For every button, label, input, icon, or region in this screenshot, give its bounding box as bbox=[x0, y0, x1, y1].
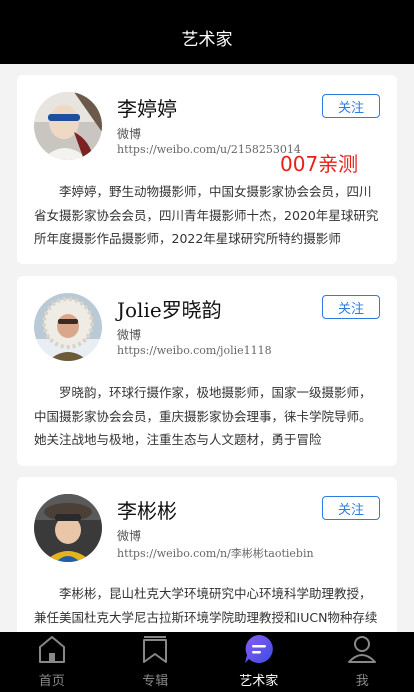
tab-albums[interactable]: 专辑 bbox=[104, 632, 208, 692]
tab-home[interactable]: 首页 bbox=[0, 632, 104, 692]
top-bar: 艺术家 bbox=[0, 0, 414, 64]
artist-name: Jolie罗晓韵 bbox=[117, 298, 222, 322]
user-icon bbox=[345, 632, 379, 666]
bottom-tab-bar: 首页 专辑 艺术家 我 bbox=[0, 632, 414, 692]
platform-label: 微博 bbox=[117, 328, 142, 342]
tab-label: 专辑 bbox=[142, 674, 169, 689]
artist-bio: 李彬彬，昆山杜克大学环境研究中心环境科学助理教授，兼任美国杜克大学尼古拉斯环境学… bbox=[34, 586, 378, 625]
artist-card[interactable]: 李彬彬 关注 微博 https://weibo.com/n/李彬彬taotieb… bbox=[17, 477, 397, 632]
follow-button[interactable]: 关注 bbox=[322, 295, 380, 319]
avatar bbox=[34, 494, 102, 562]
artist-bio: 李婷婷，野生动物摄影师，中国女摄影家协会会员，四川省女摄影家协会会员，四川青年摄… bbox=[34, 184, 379, 246]
tab-label: 我 bbox=[355, 674, 369, 689]
tab-me[interactable]: 我 bbox=[311, 632, 414, 692]
page-title: 艺术家 bbox=[181, 30, 233, 50]
weibo-link[interactable]: https://weibo.com/jolie1118 bbox=[117, 344, 272, 357]
artist-card[interactable]: Jolie罗晓韵 关注 微博 https://weibo.com/jolie11… bbox=[17, 276, 397, 466]
tab-label: 艺术家 bbox=[239, 674, 279, 689]
artist-name: 李婷婷 bbox=[117, 97, 177, 121]
artist-bio: 罗晓韵，环球行摄作家，极地摄影师，国家一级摄影师，中国摄影家协会会员，重庆摄影家… bbox=[34, 385, 372, 447]
artist-chat-icon bbox=[242, 632, 276, 666]
artist-name: 李彬彬 bbox=[117, 499, 177, 523]
avatar bbox=[34, 92, 102, 160]
avatar bbox=[34, 293, 102, 361]
platform-label: 微博 bbox=[117, 529, 142, 543]
tab-artists[interactable]: 艺术家 bbox=[207, 632, 311, 692]
follow-button[interactable]: 关注 bbox=[322, 94, 380, 118]
home-icon bbox=[35, 632, 69, 666]
weibo-link[interactable]: https://weibo.com/u/2158253014 bbox=[117, 143, 301, 156]
tab-label: 首页 bbox=[38, 674, 65, 689]
weibo-link[interactable]: https://weibo.com/n/李彬彬taotiebin bbox=[117, 545, 314, 561]
follow-button[interactable]: 关注 bbox=[322, 496, 380, 520]
watermark-text: 007亲测 bbox=[280, 152, 359, 176]
platform-label: 微博 bbox=[117, 127, 142, 141]
bookmark-icon bbox=[138, 632, 172, 666]
